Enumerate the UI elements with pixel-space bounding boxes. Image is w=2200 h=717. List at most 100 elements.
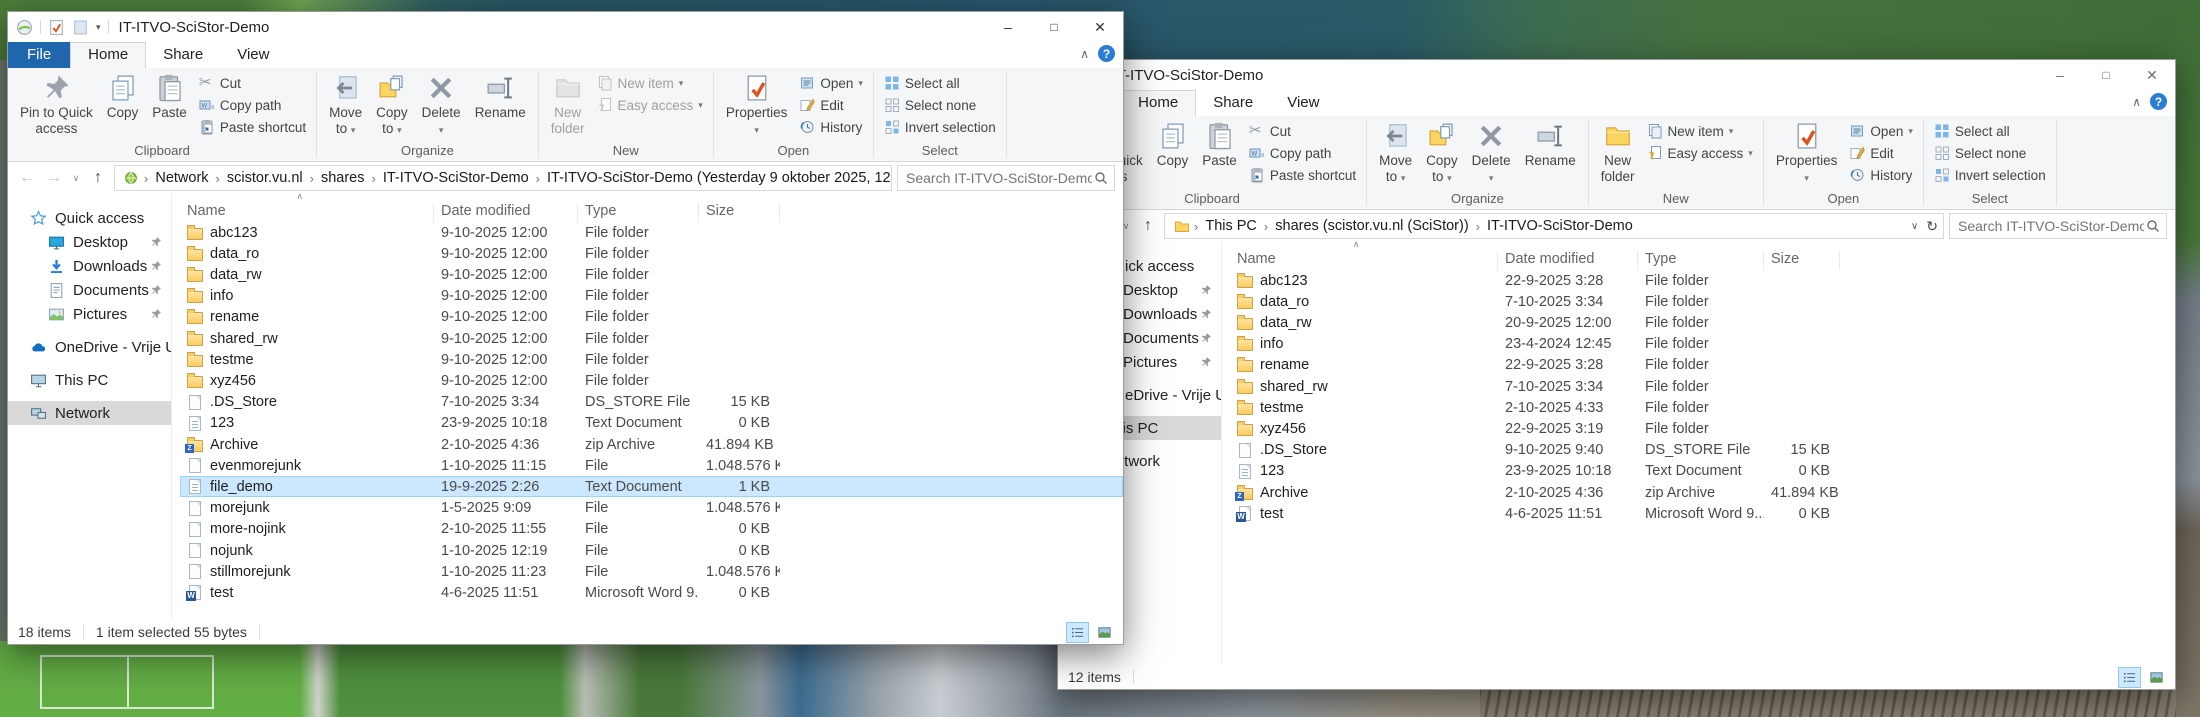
sidebar-item-onedrive-vrije-univ[interactable]: OneDrive - Vrije Univ bbox=[8, 335, 171, 359]
minimize-button[interactable]: – bbox=[985, 12, 1031, 42]
file-row-testme[interactable]: testme2-10-2025 4:33File folder bbox=[1230, 397, 2175, 418]
recent-locations-icon[interactable]: ∨ bbox=[70, 173, 82, 183]
file-row-more-nojink[interactable]: more-nojink2-10-2025 11:55File0 KB bbox=[180, 519, 1123, 540]
file-row-test[interactable]: Wtest4-6-2025 11:51Microsoft Word 9...0 … bbox=[1230, 503, 2175, 524]
invert-selection-button[interactable]: Invert selection bbox=[879, 116, 1001, 138]
file-row-rename[interactable]: rename22-9-2025 3:28File folder bbox=[1230, 355, 2175, 376]
rename-button[interactable]: Rename bbox=[468, 71, 533, 123]
new-item-button[interactable]: New item▾ bbox=[1642, 120, 1758, 142]
history-button[interactable]: History bbox=[794, 116, 868, 138]
forward-button[interactable]: → bbox=[43, 169, 65, 187]
search-input[interactable] bbox=[1956, 217, 2146, 235]
column-header-type[interactable]: Type bbox=[578, 203, 699, 222]
file-row-shared-rw[interactable]: shared_rw9-10-2025 12:00File folder bbox=[180, 328, 1123, 349]
delete-button[interactable]: Delete▾ bbox=[415, 71, 468, 138]
close-button[interactable]: ✕ bbox=[2129, 60, 2175, 90]
select-none-button[interactable]: Select none bbox=[879, 94, 1001, 116]
paste-shortcut-button[interactable]: Paste shortcut bbox=[1244, 164, 1361, 186]
new-folder-button[interactable]: Newfolder bbox=[1594, 119, 1642, 186]
titlebar[interactable]: ▾ IT-ITVO-SciStor-Demo – □ ✕ bbox=[1058, 60, 2175, 90]
new-item-button[interactable]: New item▾ bbox=[592, 72, 708, 94]
invert-selection-button[interactable]: Invert selection bbox=[1929, 164, 2051, 186]
maximize-button[interactable]: □ bbox=[2083, 60, 2129, 90]
thumbnails-view-button[interactable] bbox=[1093, 622, 1116, 643]
select-all-button[interactable]: Select all bbox=[879, 72, 1001, 94]
up-button[interactable]: ↑ bbox=[1137, 217, 1159, 235]
ribbon-collapse-icon[interactable]: ∧ bbox=[2132, 95, 2141, 109]
file-row-morejunk[interactable]: morejunk1-5-2025 9:09File1.048.576 KB bbox=[180, 498, 1123, 519]
up-button[interactable]: ↑ bbox=[87, 169, 109, 187]
file-row-data-ro[interactable]: data_ro9-10-2025 12:00File folder bbox=[180, 243, 1123, 264]
tab-share[interactable]: Share bbox=[1196, 90, 1270, 116]
file-row-abc123[interactable]: abc12322-9-2025 3:28File folder bbox=[1230, 270, 2175, 291]
copy-button[interactable]: Copy bbox=[100, 71, 146, 123]
file-row-file-demo[interactable]: file_demo19-9-2025 2:26Text Document1 KB bbox=[180, 476, 1123, 497]
file-row-evenmorejunk[interactable]: evenmorejunk1-10-2025 11:15File1.048.576… bbox=[180, 455, 1123, 476]
breadcrumb-segment[interactable]: IT-ITVO-SciStor-Demo bbox=[376, 170, 536, 186]
search-icon[interactable] bbox=[2146, 219, 2160, 233]
breadcrumb-segment[interactable]: shares (scistor.vu.nl (SciStor)) bbox=[1268, 218, 1475, 234]
select-none-button[interactable]: Select none bbox=[1929, 142, 2051, 164]
copy-path-button[interactable]: W Copy path bbox=[194, 94, 311, 116]
file-row-data-ro[interactable]: data_ro7-10-2025 3:34File folder bbox=[1230, 291, 2175, 312]
copy-to-button[interactable]: Copyto ▾ bbox=[1419, 119, 1465, 186]
search-input[interactable] bbox=[904, 169, 1094, 187]
file-row-info[interactable]: info23-4-2024 12:45File folder bbox=[1230, 334, 2175, 355]
details-view-button[interactable] bbox=[1066, 622, 1089, 643]
sidebar-item-quick-access[interactable]: Quick access bbox=[8, 206, 171, 230]
file-row-data-rw[interactable]: data_rw9-10-2025 12:00File folder bbox=[180, 265, 1123, 286]
cut-button[interactable]: ✂ Cut bbox=[194, 72, 311, 94]
open-button[interactable]: Open▾ bbox=[1844, 120, 1918, 142]
address-bar[interactable]: ›This PC›shares (scistor.vu.nl (SciStor)… bbox=[1164, 213, 1944, 239]
file-row-abc123[interactable]: abc1239-10-2025 12:00File folder bbox=[180, 222, 1123, 243]
history-button[interactable]: History bbox=[1844, 164, 1918, 186]
file-row-rename[interactable]: rename9-10-2025 12:00File folder bbox=[180, 307, 1123, 328]
easy-access-button[interactable]: Easy access▾ bbox=[592, 94, 708, 116]
help-icon[interactable]: ? bbox=[1098, 45, 1115, 62]
file-row-archive[interactable]: ZArchive2-10-2025 4:36zip Archive41.894 … bbox=[180, 434, 1123, 455]
address-bar[interactable]: ›Network›scistor.vu.nl›shares›IT-ITVO-Sc… bbox=[114, 165, 892, 191]
column-header-date-modified[interactable]: Date modified bbox=[1498, 251, 1638, 270]
file-row-123[interactable]: 12323-9-2025 10:18Text Document0 KB bbox=[1230, 461, 2175, 482]
file-row-ds-store[interactable]: .DS_Store9-10-2025 9:40DS_STORE File15 K… bbox=[1230, 440, 2175, 461]
file-row-info[interactable]: info9-10-2025 12:00File folder bbox=[180, 286, 1123, 307]
copy-to-button[interactable]: Copyto ▾ bbox=[369, 71, 415, 138]
thumbnails-view-button[interactable] bbox=[2145, 667, 2168, 688]
column-header-date-modified[interactable]: Date modified bbox=[434, 203, 578, 222]
file-row-123[interactable]: 12323-9-2025 10:18Text Document0 KB bbox=[180, 413, 1123, 434]
back-button[interactable]: ← bbox=[16, 169, 38, 187]
rename-button[interactable]: Rename bbox=[1518, 119, 1583, 171]
tab-view[interactable]: View bbox=[220, 42, 286, 68]
new-folder-button[interactable]: Newfolder bbox=[544, 71, 592, 138]
properties-button[interactable]: Properties▾ bbox=[1769, 119, 1845, 186]
column-header-name[interactable]: Name∧ bbox=[1230, 251, 1498, 270]
tab-home[interactable]: Home bbox=[1120, 90, 1196, 116]
breadcrumb-segment[interactable]: This PC bbox=[1198, 218, 1264, 234]
sidebar-item-network[interactable]: Network bbox=[8, 401, 171, 425]
sidebar-item-downloads[interactable]: Downloads bbox=[8, 254, 171, 278]
file-row-data-rw[interactable]: data_rw20-9-2025 12:00File folder bbox=[1230, 313, 2175, 334]
delete-button[interactable]: Delete▾ bbox=[1465, 119, 1518, 186]
breadcrumb-segment[interactable]: scistor.vu.nl bbox=[220, 170, 310, 186]
file-row-ds-store[interactable]: .DS_Store7-10-2025 3:34DS_STORE File15 K… bbox=[180, 392, 1123, 413]
address-dropdown-icon[interactable]: ∨ bbox=[1911, 221, 1918, 232]
edit-button[interactable]: Edit bbox=[794, 94, 868, 116]
sidebar-item-desktop[interactable]: Desktop bbox=[8, 230, 171, 254]
file-row-archive[interactable]: ZArchive2-10-2025 4:36zip Archive41.894 … bbox=[1230, 482, 2175, 503]
paste-button[interactable]: Paste bbox=[145, 71, 194, 123]
properties-check-icon[interactable] bbox=[48, 19, 65, 36]
file-row-shared-rw[interactable]: shared_rw7-10-2025 3:34File folder bbox=[1230, 376, 2175, 397]
refresh-icon[interactable]: ↻ bbox=[1926, 218, 1938, 235]
file-row-xyz456[interactable]: xyz4569-10-2025 12:00File folder bbox=[180, 371, 1123, 392]
close-button[interactable]: ✕ bbox=[1077, 12, 1123, 42]
ribbon-collapse-icon[interactable]: ∧ bbox=[1080, 47, 1089, 61]
breadcrumb-segment[interactable]: IT-ITVO-SciStor-Demo bbox=[1480, 218, 1640, 234]
column-header-size[interactable]: Size bbox=[1764, 251, 1840, 270]
details-view-button[interactable] bbox=[2118, 667, 2141, 688]
breadcrumb-segment[interactable]: shares bbox=[314, 170, 372, 186]
easy-access-button[interactable]: Easy access▾ bbox=[1642, 142, 1758, 164]
properties-button[interactable]: Properties▾ bbox=[719, 71, 795, 138]
copy-button[interactable]: Copy bbox=[1150, 119, 1196, 171]
file-row-test[interactable]: Wtest4-6-2025 11:51Microsoft Word 9...0 … bbox=[180, 582, 1123, 603]
file-row-nojunk[interactable]: nojunk1-10-2025 12:19File0 KB bbox=[180, 540, 1123, 561]
